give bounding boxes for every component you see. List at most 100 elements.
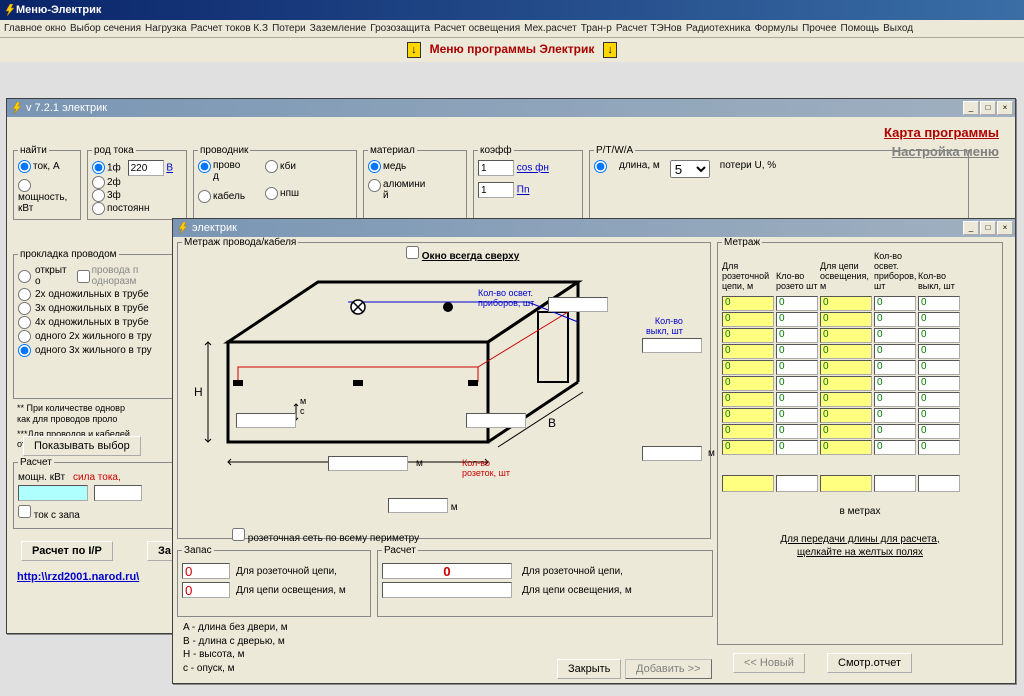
radio-aluminium[interactable] (368, 179, 381, 192)
metraj-cell: 0 (874, 440, 916, 455)
chk-always-top[interactable] (406, 246, 419, 259)
menu-item[interactable]: Выход (883, 23, 913, 34)
power-input[interactable] (18, 485, 88, 501)
total-socket-len[interactable] (722, 475, 774, 492)
current-input[interactable] (94, 485, 142, 501)
metraj-cell[interactable]: 0 (722, 376, 774, 391)
menu-item[interactable]: Расчет освещения (434, 23, 520, 34)
menu-item[interactable]: Тран-р (581, 23, 612, 34)
menu-item[interactable]: Мех.расчет (524, 23, 577, 34)
menu-item[interactable]: Главное окно (4, 23, 66, 34)
metraj-cell[interactable]: 0 (722, 328, 774, 343)
metraj-cell[interactable]: 0 (820, 440, 872, 455)
radio-1x2pipe[interactable] (18, 330, 31, 343)
metraj-cell: 0 (776, 408, 818, 423)
radio-find-current[interactable] (18, 160, 31, 173)
menu-item[interactable]: Грозозащита (370, 23, 430, 34)
reserve-socket-input[interactable] (182, 563, 230, 579)
radio-find-power[interactable] (18, 179, 31, 192)
metraj-cell[interactable]: 0 (722, 392, 774, 407)
metraj-cell[interactable]: 0 (820, 328, 872, 343)
btn-show-choice[interactable]: Показывать выбор (23, 436, 141, 456)
metraj-cell[interactable]: 0 (722, 344, 774, 359)
metraj-cell[interactable]: 0 (820, 312, 872, 327)
menu-item[interactable]: Нагрузка (145, 23, 187, 34)
input-h2[interactable] (466, 413, 526, 428)
metraj-cell[interactable]: 0 (820, 296, 872, 311)
total-light-len[interactable] (820, 475, 872, 492)
menu-item[interactable]: Помощь (841, 23, 880, 34)
input-bottom[interactable] (388, 498, 448, 513)
close-button[interactable]: × (997, 101, 1013, 115)
btn-calc-ip[interactable]: Расчет по I/P (21, 541, 113, 561)
total-light-cnt (874, 475, 916, 492)
metraj-cell[interactable]: 0 (722, 360, 774, 375)
metraj-cell[interactable]: 0 (820, 360, 872, 375)
fieldset-ptwa: P/T/W/A длина, м 5 потери U, % (589, 145, 969, 220)
radio-3ph[interactable] (92, 189, 105, 202)
reserve-light-input[interactable] (182, 582, 230, 598)
radio-1x3pipe[interactable] (18, 344, 31, 357)
chk-perimeter[interactable] (232, 528, 245, 541)
maximize-button[interactable]: □ (980, 221, 996, 235)
menu-item[interactable]: Радиотехника (686, 23, 751, 34)
metraj-cell: 0 (776, 312, 818, 327)
btn-new[interactable]: << Новый (733, 653, 805, 673)
metraj-cell[interactable]: 0 (722, 440, 774, 455)
fieldset-current-type: род тока 1ф В 2ф 3ф постоянн (87, 145, 187, 220)
btn-view-report[interactable]: Смотр.отчет (827, 653, 912, 673)
chk-margin[interactable] (18, 505, 31, 518)
radio-wire[interactable] (198, 160, 211, 173)
input-b[interactable] (642, 446, 702, 461)
btn-close[interactable]: Закрыть (557, 659, 621, 679)
radio-1ph[interactable] (92, 161, 105, 174)
win1-titlebar[interactable]: v 7.2.1 электрик _ □ × (7, 99, 1015, 117)
radio-copper[interactable] (368, 160, 381, 173)
menu-item[interactable]: Выбор сечения (70, 23, 141, 34)
input-switch-count[interactable] (642, 338, 702, 353)
metraj-cell[interactable]: 0 (820, 424, 872, 439)
btn-add[interactable]: Добавить >> (625, 659, 712, 679)
input-a[interactable] (328, 456, 408, 471)
banner: ↓ Меню программы Электрик ↓ (0, 38, 1024, 62)
radio-2ph[interactable] (92, 176, 105, 189)
metraj-cell[interactable]: 0 (820, 392, 872, 407)
link-website[interactable]: http:\\rzd2001.narod.ru\ (17, 571, 139, 583)
metraj-cell[interactable]: 0 (820, 376, 872, 391)
chk-samewire[interactable] (77, 270, 90, 283)
radio-cable[interactable] (198, 190, 211, 203)
menu-item[interactable]: Прочее (802, 23, 836, 34)
input-light-count[interactable] (548, 297, 608, 312)
voltage-input[interactable] (128, 160, 164, 176)
menu-item[interactable]: Потери (272, 23, 306, 34)
radio-ptwa-1[interactable] (594, 160, 607, 173)
maximize-button[interactable]: □ (980, 101, 996, 115)
metraj-cell[interactable]: 0 (820, 344, 872, 359)
metraj-cell: 0 (776, 392, 818, 407)
radio-open[interactable] (18, 270, 31, 283)
minimize-button[interactable]: _ (963, 221, 979, 235)
link-program-map[interactable]: Карта программы (23, 125, 999, 140)
metraj-cell[interactable]: 0 (722, 312, 774, 327)
input-h[interactable] (236, 413, 296, 428)
close-button[interactable]: × (997, 221, 1013, 235)
eta-input[interactable] (478, 182, 514, 198)
metraj-cell[interactable]: 0 (820, 408, 872, 423)
menu-item[interactable]: Расчет токов К.З (191, 23, 268, 34)
menu-item[interactable]: Заземление (310, 23, 366, 34)
minimize-button[interactable]: _ (963, 101, 979, 115)
radio-2pipe[interactable] (18, 288, 31, 301)
win2-titlebar[interactable]: электрик _ □ × (173, 219, 1015, 237)
cos-input[interactable] (478, 160, 514, 176)
metraj-cell[interactable]: 0 (722, 296, 774, 311)
radio-kbi[interactable] (265, 160, 278, 173)
radio-npsh[interactable] (265, 187, 278, 200)
radio-dc[interactable] (92, 202, 105, 215)
radio-4pipe[interactable] (18, 316, 31, 329)
length-select[interactable]: 5 (670, 160, 710, 178)
metraj-cell[interactable]: 0 (722, 424, 774, 439)
metraj-cell[interactable]: 0 (722, 408, 774, 423)
menu-item[interactable]: Расчет ТЭНов (616, 23, 682, 34)
radio-3pipe[interactable] (18, 302, 31, 315)
menu-item[interactable]: Формулы (755, 23, 799, 34)
